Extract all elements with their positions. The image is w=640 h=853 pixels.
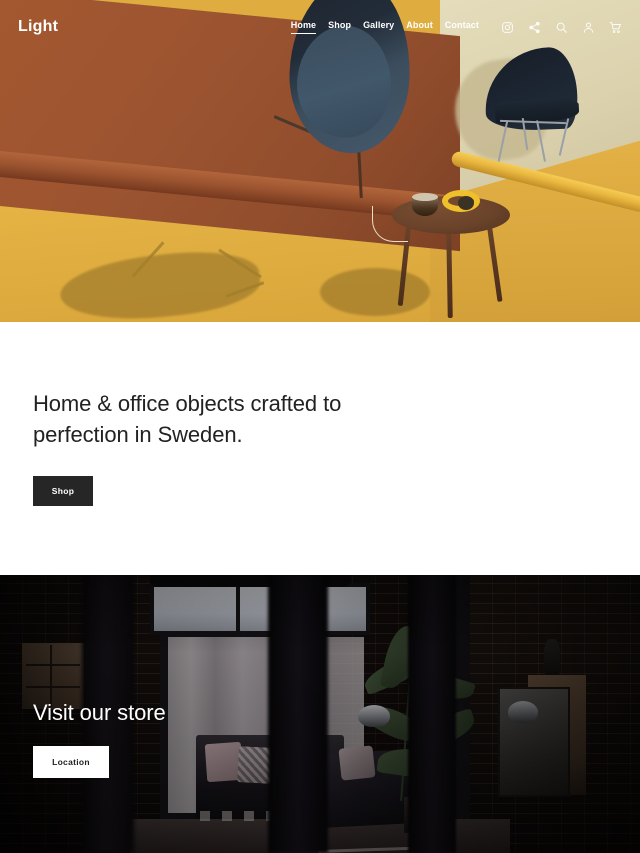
store-content: Visit our store Location <box>33 700 166 778</box>
hero-table-shadow <box>320 268 430 316</box>
hero-headphone-cup <box>458 196 474 210</box>
intro-inner: Home & office objects crafted to perfect… <box>0 322 640 507</box>
nav-icons <box>501 21 622 34</box>
search-icon[interactable] <box>555 21 568 34</box>
store-section: Visit our store Location <box>0 575 640 853</box>
account-icon[interactable] <box>582 21 595 34</box>
nav-link-about[interactable]: About <box>406 20 433 34</box>
nav-link-contact[interactable]: Contact <box>445 20 479 34</box>
instagram-icon[interactable] <box>501 21 514 34</box>
store-title: Visit our store <box>33 700 166 725</box>
location-button[interactable]: Location <box>33 746 109 778</box>
site-logo[interactable]: Light <box>18 18 58 36</box>
cart-icon[interactable] <box>609 21 622 34</box>
shop-button[interactable]: Shop <box>33 476 93 507</box>
nav-link-home[interactable]: Home <box>290 20 317 34</box>
hero-bowl-contents <box>412 193 438 201</box>
share-icon[interactable] <box>528 21 541 34</box>
hero-section: Light Home Shop Gallery About Contact <box>0 0 640 322</box>
intro-section: Home & office objects crafted to perfect… <box>0 322 640 575</box>
intro-headline: Home & office objects crafted to perfect… <box>33 391 342 448</box>
main-navbar: Light Home Shop Gallery About Contact <box>0 0 640 54</box>
navbar-right-group: Home Shop Gallery About Contact <box>290 20 622 34</box>
nav-link-shop[interactable]: Shop <box>328 20 351 34</box>
nav-link-gallery[interactable]: Gallery <box>363 20 394 34</box>
page-root: Light Home Shop Gallery About Contact Ho… <box>0 0 640 853</box>
nav-links: Home Shop Gallery About Contact <box>290 20 479 34</box>
